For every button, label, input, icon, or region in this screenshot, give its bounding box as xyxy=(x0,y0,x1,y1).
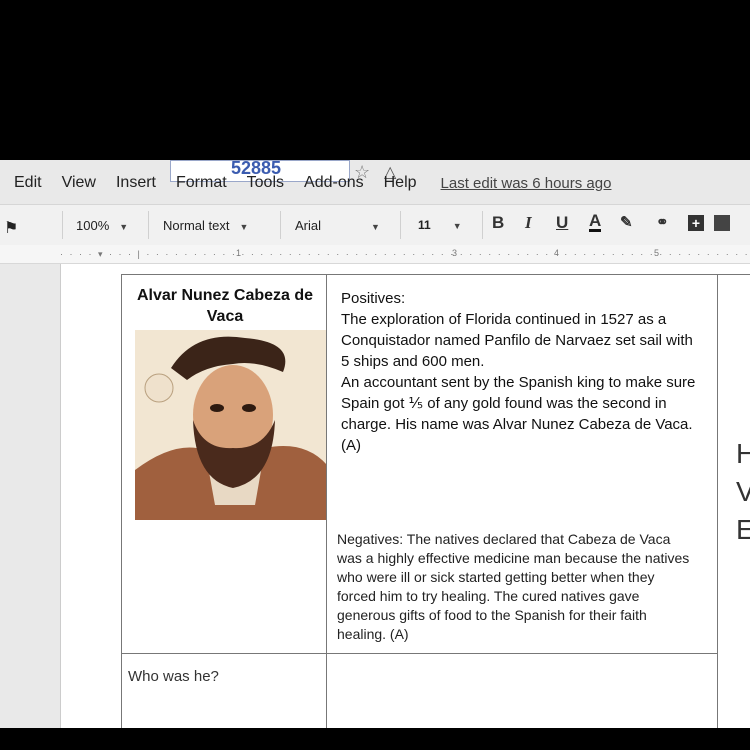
ruler-number: 5 xyxy=(654,248,660,258)
menu-insert[interactable]: Insert xyxy=(116,174,156,192)
toolbar-divider xyxy=(482,211,483,239)
side-letter: E xyxy=(736,514,750,545)
table-cell-name[interactable]: Alvar Nunez Cabeza de Vaca xyxy=(121,274,327,654)
menu-tools[interactable]: Tools xyxy=(247,174,284,192)
style-value: Normal text xyxy=(163,218,230,233)
toolbar-divider xyxy=(280,211,281,239)
person-name: Alvar Nunez Cabeza de Vaca xyxy=(136,287,314,325)
toolbar-divider xyxy=(400,211,401,239)
menu-help[interactable]: Help xyxy=(384,174,417,192)
ruler-number: 3 xyxy=(452,248,458,258)
table-cell-empty[interactable] xyxy=(326,653,718,728)
toolbar-divider xyxy=(62,211,63,239)
menu-view[interactable]: View xyxy=(62,174,96,192)
text-color-button[interactable]: A xyxy=(589,212,602,232)
font-select[interactable]: Arial ▼ xyxy=(295,218,380,233)
portrait-image xyxy=(135,330,327,520)
screen: 52885 ☆ △ Edit View Insert Format Tools … xyxy=(0,160,750,728)
positives-paragraph: The exploration of Florida continued in … xyxy=(341,311,693,370)
ruler-ticks: · · · · ▾ · · · | · · · · · · · · · · · … xyxy=(60,249,750,259)
bold-button[interactable]: B xyxy=(492,213,504,233)
document-page[interactable]: Alvar Nunez Cabeza de Vaca Positives: Th… xyxy=(60,264,750,728)
side-letter: V xyxy=(736,476,750,507)
paint-format-icon[interactable]: ⚑ xyxy=(4,218,18,238)
zoom-value: 100% xyxy=(76,218,110,233)
ruler[interactable]: · · · · ▾ · · · | · · · · · · · · · · · … xyxy=(0,245,750,264)
font-size-value: 11 xyxy=(418,218,431,232)
side-letter: H xyxy=(736,438,750,469)
font-value: Arial xyxy=(295,218,322,233)
font-size-select[interactable]: 11 ▼ xyxy=(418,218,462,232)
insert-image-icon[interactable] xyxy=(714,215,730,231)
negatives-text: Negatives: The natives declared that Cab… xyxy=(337,531,690,642)
chevron-down-icon: ▼ xyxy=(119,222,129,232)
menu-bar: Edit View Insert Format Tools Add-ons He… xyxy=(0,170,631,196)
table-cell-who[interactable]: Who was he? xyxy=(121,653,327,728)
toolbar: ⚑ 100% ▼ Normal text ▼ Arial ▼ 11 ▼ B I U A … xyxy=(0,204,750,246)
who-question: Who was he? xyxy=(128,668,219,685)
menu-format[interactable]: Format xyxy=(176,174,227,192)
ruler-number: 4 xyxy=(554,248,560,258)
side-letters: H V E xyxy=(736,435,750,549)
positives-text: Positives: The exploration of Florida co… xyxy=(341,288,701,456)
chevron-down-icon: ▼ xyxy=(239,222,249,232)
table-cell-notes[interactable]: Positives: The exploration of Florida co… xyxy=(326,274,718,654)
positives-heading: Positives: xyxy=(341,290,406,307)
chevron-down-icon: ▼ xyxy=(371,222,380,232)
highlight-icon[interactable]: ✎ xyxy=(620,213,633,231)
link-icon[interactable]: ⚭ xyxy=(656,213,669,231)
style-select[interactable]: Normal text ▼ xyxy=(163,218,248,233)
positives-paragraph: An accountant sent by the Spanish king t… xyxy=(341,374,696,454)
menu-edit[interactable]: Edit xyxy=(14,174,42,192)
chevron-down-icon: ▼ xyxy=(452,221,462,231)
last-edit-link[interactable]: Last edit was 6 hours ago xyxy=(441,175,612,192)
zoom-select[interactable]: 100% ▼ xyxy=(76,218,128,233)
italic-button[interactable]: I xyxy=(525,213,532,233)
underline-button[interactable]: U xyxy=(556,213,568,233)
insert-comment-icon[interactable]: + xyxy=(688,215,704,231)
toolbar-divider xyxy=(148,211,149,239)
ruler-number: 1 xyxy=(236,248,242,258)
table-cell-right[interactable]: H V E xyxy=(717,274,750,728)
menu-addons[interactable]: Add-ons xyxy=(304,174,364,192)
